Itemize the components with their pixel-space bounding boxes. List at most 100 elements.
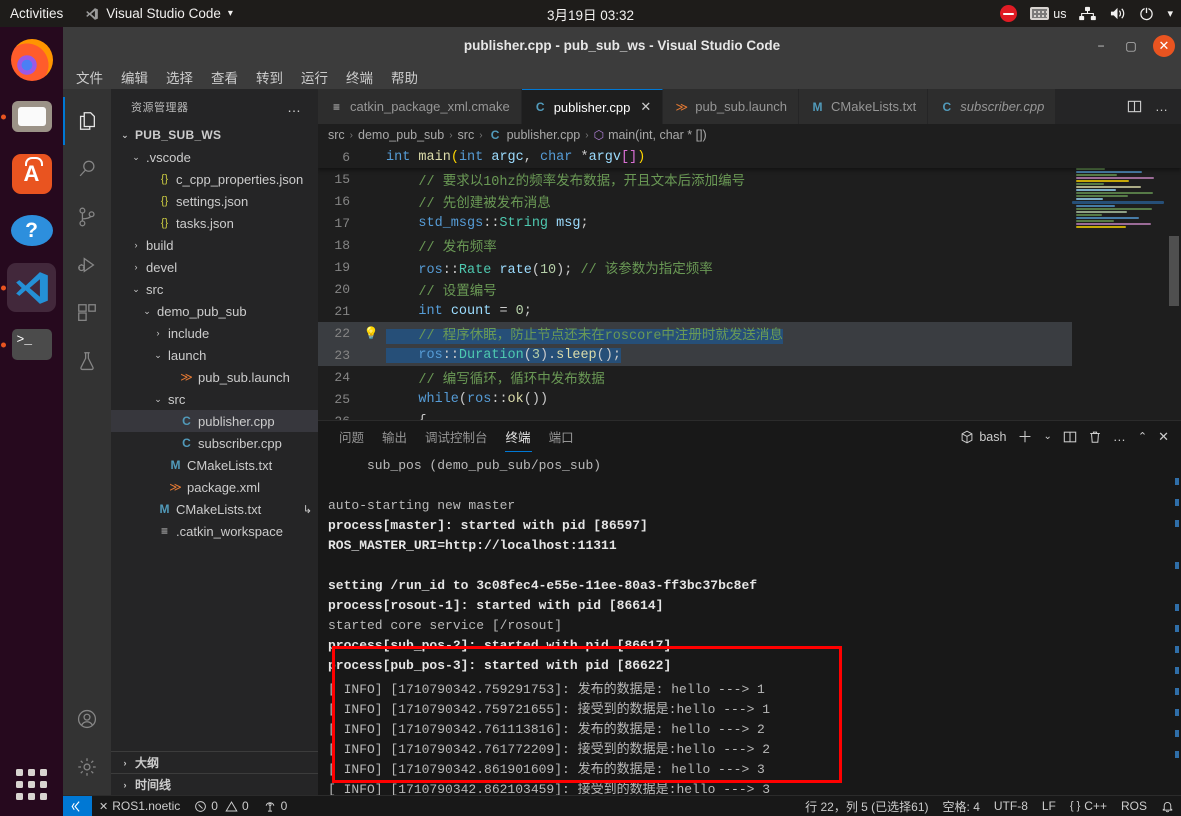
chevron-down-icon[interactable]: ⌄ (1043, 431, 1051, 442)
dock-item-vscode[interactable] (1, 263, 56, 312)
code-line[interactable]: 20 // 设置编号 (318, 278, 1181, 300)
terminal-output[interactable]: sub_pos (demo_pub_sub/pos_sub) auto-start… (318, 452, 1181, 795)
editor-tab[interactable]: Csubscriber.cpp (928, 89, 1057, 124)
status-language-mode[interactable]: { } C++ (1063, 796, 1114, 816)
app-menu[interactable]: Visual Studio Code ▾ (85, 6, 233, 21)
dock-item-files[interactable] (1, 92, 56, 141)
trash-icon[interactable] (1088, 430, 1102, 444)
status-cursor-position[interactable]: 行 22，列 5 (已选择61) (798, 796, 935, 816)
more-actions-icon[interactable]: … (1155, 99, 1169, 114)
tree-item[interactable]: ⌄ .vscode (111, 146, 318, 168)
tree-item[interactable]: › include (111, 322, 318, 344)
tree-item[interactable]: ⌄ src (111, 278, 318, 300)
more-icon[interactable]: … (1113, 429, 1127, 444)
caret-down-icon[interactable]: ▾ (1167, 7, 1173, 20)
do-not-disturb-icon[interactable] (1000, 5, 1018, 22)
menu-help[interactable]: 帮助 (388, 66, 421, 88)
tree-item[interactable]: ≡ .catkin_workspace (111, 520, 318, 542)
volume-icon[interactable] (1109, 6, 1126, 21)
activity-settings[interactable] (63, 743, 111, 791)
tree-item[interactable]: Csubscriber.cpp (111, 432, 318, 454)
menu-go[interactable]: 转到 (253, 66, 286, 88)
code-line[interactable]: 23 ros::Duration(3).sleep(); (318, 344, 1181, 366)
status-ros-version[interactable]: ✕ ROS1.noetic (92, 796, 187, 816)
activity-extensions[interactable] (63, 289, 111, 337)
editor-tab[interactable]: M CMakeLists.txt (799, 89, 929, 124)
breadcrumb-item[interactable]: src (328, 128, 345, 142)
minimap[interactable] (1072, 146, 1167, 420)
status-eol[interactable]: LF (1035, 796, 1063, 816)
code-editor[interactable]: 6 int main(int argc, char *argv[]) 15 //… (318, 146, 1181, 420)
code-line[interactable]: 22 💡 // 程序休眠，防止节点还未在roscore中注册时就发送消息 (318, 322, 1181, 344)
tree-item[interactable]: ≫ pub_sub.launch (111, 366, 318, 388)
close-button[interactable]: ✕ (1153, 34, 1175, 57)
tree-item[interactable]: Cpublisher.cpp (111, 410, 318, 432)
dock-item-terminal[interactable]: >_ (1, 320, 56, 369)
code-line[interactable]: 24 // 编写循环，循环中发布数据 (318, 366, 1181, 388)
editor-tab[interactable]: ≫ pub_sub.launch (663, 89, 800, 124)
outline-section[interactable]: › 大纲 (111, 751, 318, 773)
more-actions-icon[interactable]: … (287, 99, 302, 115)
panel-tab-problems[interactable]: 问题 (330, 421, 373, 452)
timeline-section[interactable]: › 时间线 (111, 773, 318, 795)
code-line[interactable]: 25 while(ros::ok()) (318, 388, 1181, 410)
maximize-panel-icon[interactable]: ⌃ (1138, 430, 1147, 443)
code-line[interactable]: 18 // 发布频率 (318, 234, 1181, 256)
remote-window-button[interactable] (63, 795, 92, 816)
status-indentation[interactable]: 空格: 4 (936, 796, 987, 816)
status-notifications[interactable] (1154, 796, 1181, 816)
tree-item[interactable]: M CMakeLists.txt ↳ (111, 498, 318, 520)
code-line[interactable]: 26 { (318, 410, 1181, 421)
activity-search[interactable] (63, 145, 111, 193)
status-encoding[interactable]: UTF-8 (987, 796, 1035, 816)
terminal-scrollbar[interactable] (1167, 452, 1181, 795)
new-terminal-icon[interactable]: ＋ (1017, 426, 1032, 447)
code-line[interactable]: 21 int count = 0; (318, 300, 1181, 322)
lightbulb-icon[interactable]: 💡 (362, 326, 380, 341)
menu-edit[interactable]: 编辑 (118, 66, 151, 88)
breadcrumb-item[interactable]: ⬡ main(int, char * []) (594, 128, 707, 142)
activity-accounts[interactable] (63, 695, 111, 743)
code-line[interactable]: 16 // 先创建被发布消息 (318, 190, 1181, 212)
network-icon[interactable] (1079, 6, 1097, 21)
tree-item[interactable]: ⌄ src (111, 388, 318, 410)
tree-item[interactable]: {} tasks.json (111, 212, 318, 234)
menu-file[interactable]: 文件 (73, 66, 106, 88)
power-icon[interactable] (1139, 6, 1154, 21)
editor-tab[interactable]: Cpublisher.cpp ✕ (521, 89, 664, 124)
breadcrumb-item[interactable]: Cpublisher.cpp (488, 128, 581, 142)
tree-item[interactable]: ⌄ launch (111, 344, 318, 366)
status-problems[interactable]: 0 0 (187, 796, 255, 816)
breadcrumb-item[interactable]: demo_pub_sub (358, 128, 444, 142)
code-line[interactable]: 17 std_msgs::String msg; (318, 212, 1181, 234)
tree-item[interactable]: {} c_cpp_properties.json (111, 168, 318, 190)
panel-tab-output[interactable]: 输出 (373, 421, 416, 452)
menu-view[interactable]: 查看 (208, 66, 241, 88)
activity-run-debug[interactable] (63, 241, 111, 289)
editor-tab[interactable]: ≡ catkin_package_xml.cmake (318, 89, 522, 124)
tree-item[interactable]: ≫ package.xml (111, 476, 318, 498)
editor-scrollbar[interactable] (1167, 146, 1181, 420)
clock[interactable]: 3月19日 03:32 (547, 4, 634, 24)
scrollbar-thumb[interactable] (1169, 236, 1179, 306)
breadcrumb[interactable]: src › demo_pub_sub › src › Cpublisher.cpp › ⬡ mai… (318, 124, 1181, 146)
code-line[interactable]: 19 ros::Rate rate(10); // 该参数为指定频率 (318, 256, 1181, 278)
show-applications-button[interactable] (16, 769, 47, 800)
file-tree[interactable]: ⌄ PUB_SUB_WS ⌄ .vscode {} c_cpp_properties.js… (111, 124, 318, 751)
menu-terminal[interactable]: 终端 (343, 66, 376, 88)
activity-source-control[interactable] (63, 193, 111, 241)
split-editor-icon[interactable] (1127, 99, 1142, 114)
breadcrumb-item[interactable]: src (458, 128, 475, 142)
dock-item-software[interactable]: A (7, 149, 56, 198)
tree-item[interactable]: ⌄ demo_pub_sub (111, 300, 318, 322)
tree-item[interactable]: ⌄ PUB_SUB_WS (111, 124, 318, 146)
split-terminal-icon[interactable] (1063, 430, 1077, 444)
dock-item-help[interactable]: ? (7, 206, 56, 255)
close-panel-icon[interactable]: ✕ (1158, 429, 1169, 445)
tree-item[interactable]: M CMakeLists.txt (111, 454, 318, 476)
terminal-shell-selector[interactable]: bash (960, 430, 1006, 444)
keyboard-layout-indicator[interactable]: us (1030, 7, 1066, 21)
menu-run[interactable]: 运行 (298, 66, 331, 88)
close-tab-icon[interactable]: ✕ (640, 99, 651, 115)
panel-tab-ports[interactable]: 端口 (540, 421, 583, 452)
